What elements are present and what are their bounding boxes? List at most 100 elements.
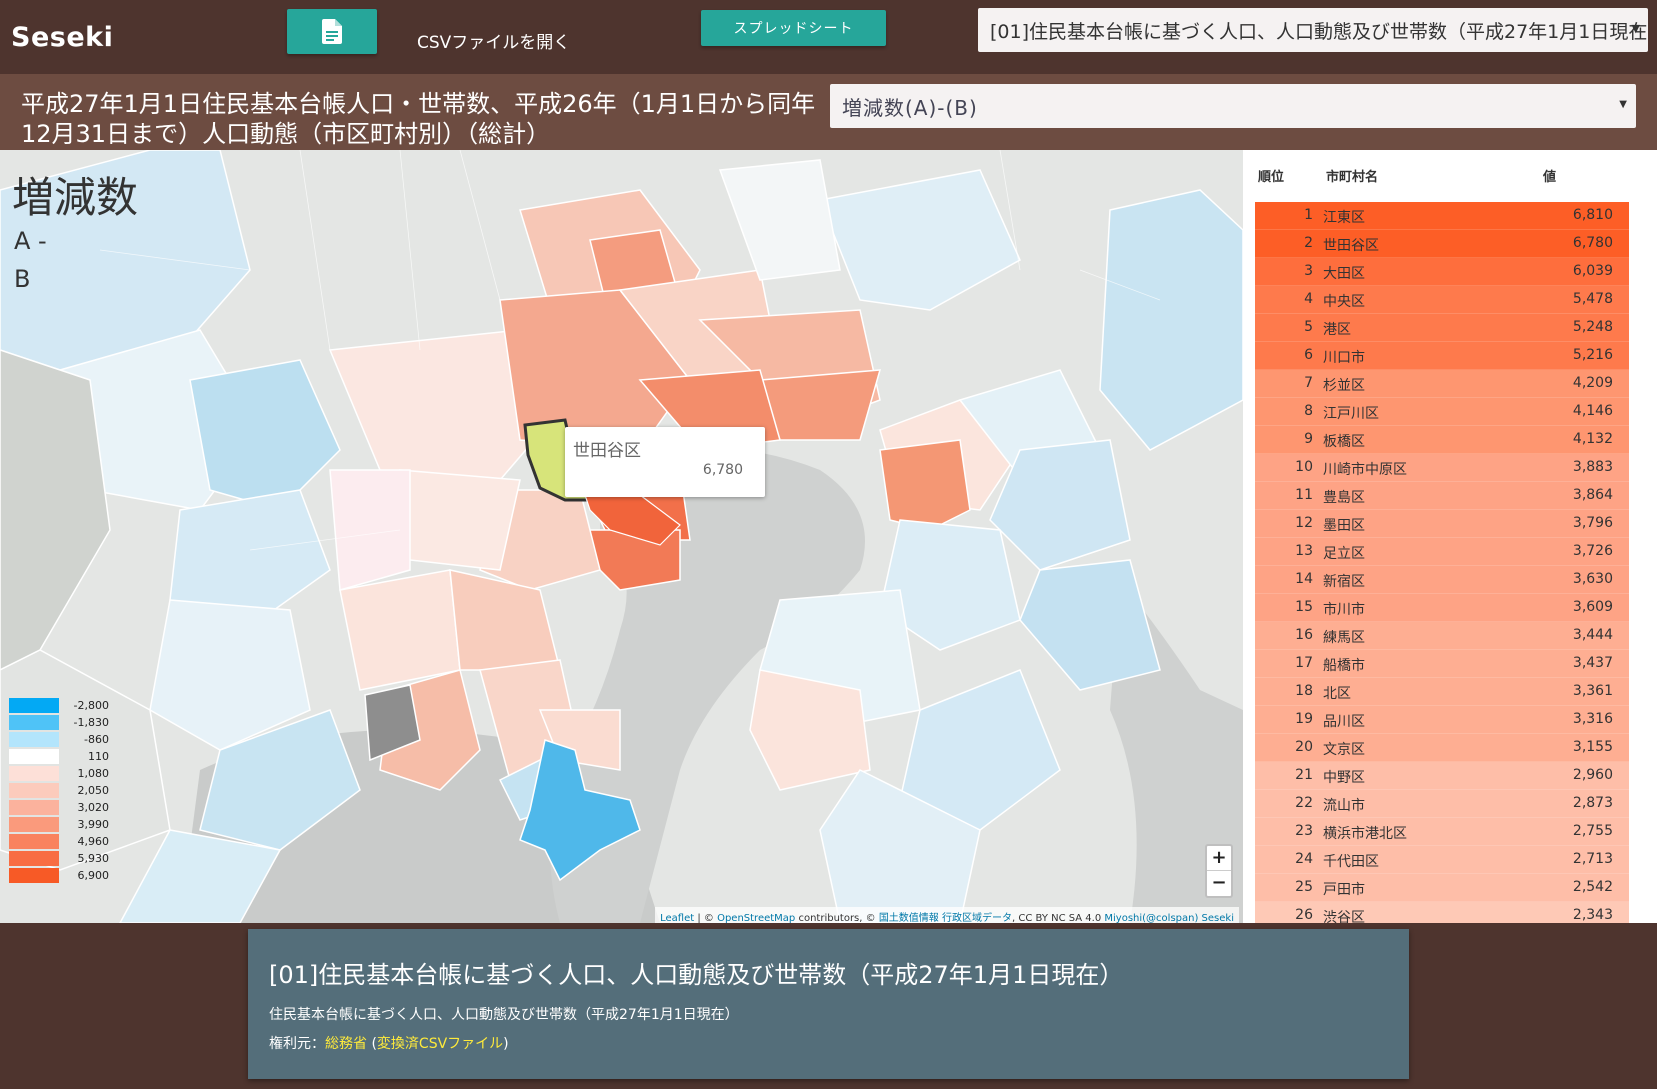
gsi-link[interactable]: 国土数值情報 行政区域データ xyxy=(879,913,1012,923)
value-cell: 2,713 xyxy=(1572,851,1613,867)
legend-swatch xyxy=(9,800,59,815)
rank-cell: 12 xyxy=(1295,515,1313,531)
ranking-row[interactable]: 9 板橋区 4,132 xyxy=(1255,426,1629,454)
choropleth-map[interactable]: 増減数 A - B -2,800 -1,830 -860 110 1,080 2,050 3… xyxy=(0,150,1243,923)
ranking-row[interactable]: 22 流山市 2,873 xyxy=(1255,790,1629,818)
leaflet-link[interactable]: Leaflet xyxy=(660,913,694,923)
ranking-row[interactable]: 21 中野区 2,960 xyxy=(1255,762,1629,790)
name-cell: 杉並区 xyxy=(1323,378,1365,394)
value-cell: 3,609 xyxy=(1572,599,1613,615)
ranking-row[interactable]: 3 大田区 6,039 xyxy=(1255,258,1629,286)
ranking-row[interactable]: 19 品川区 3,316 xyxy=(1255,706,1629,734)
tooltip-value: 6,780 xyxy=(702,462,743,478)
ranking-row[interactable]: 6 川口市 5,216 xyxy=(1255,342,1629,370)
value-cell: 3,437 xyxy=(1572,655,1613,671)
rank-cell: 20 xyxy=(1295,739,1313,755)
ranking-row[interactable]: 13 足立区 3,726 xyxy=(1255,538,1629,566)
name-cell: 墨田区 xyxy=(1323,518,1365,534)
value-header[interactable]: 値 xyxy=(1543,166,1556,185)
value-cell: 5,478 xyxy=(1572,291,1613,307)
ranking-row[interactable]: 18 北区 3,361 xyxy=(1255,678,1629,706)
ranking-row[interactable]: 26 渋谷区 2,343 xyxy=(1255,902,1629,923)
legend-item: 3,990 xyxy=(9,816,109,833)
name-header[interactable]: 市町村名 xyxy=(1326,166,1378,185)
ranking-header: 順位 市町村名 値 xyxy=(1243,150,1643,202)
legend-swatch xyxy=(9,732,59,747)
rank-cell: 6 xyxy=(1304,347,1313,363)
name-cell: 板橋区 xyxy=(1323,434,1365,450)
column-select[interactable]: 増減数(A)-(B) ▼ xyxy=(830,84,1636,128)
attribution-license: , CC BY NC SA 4.0 xyxy=(1012,913,1105,923)
value-cell: 5,216 xyxy=(1572,347,1613,363)
value-cell: 2,542 xyxy=(1572,879,1613,895)
ranking-row[interactable]: 2 世田谷区 6,780 xyxy=(1255,230,1629,258)
spreadsheet-button[interactable]: スプレッドシート xyxy=(701,10,886,46)
name-cell: 文京区 xyxy=(1323,742,1365,758)
ranking-row[interactable]: 7 杉並区 4,209 xyxy=(1255,370,1629,398)
value-cell: 3,361 xyxy=(1572,683,1613,699)
legend-swatch xyxy=(9,783,59,798)
name-cell: 北区 xyxy=(1323,686,1351,702)
legend-swatch xyxy=(9,834,59,849)
legend-label: 6,900 xyxy=(77,869,110,882)
name-cell: 練馬区 xyxy=(1323,630,1365,646)
legend-label: 4,960 xyxy=(77,835,110,848)
legend-item: 110 xyxy=(9,748,109,765)
ranking-row[interactable]: 5 港区 5,248 xyxy=(1255,314,1629,342)
rank-header[interactable]: 順位 xyxy=(1258,166,1284,185)
name-cell: 港区 xyxy=(1323,322,1351,338)
rank-cell: 11 xyxy=(1295,487,1313,503)
ranking-row[interactable]: 14 新宿区 3,630 xyxy=(1255,566,1629,594)
ranking-row[interactable]: 4 中央区 5,478 xyxy=(1255,286,1629,314)
rank-cell: 18 xyxy=(1295,683,1313,699)
value-cell: 3,796 xyxy=(1572,515,1613,531)
ranking-row[interactable]: 24 千代田区 2,713 xyxy=(1255,846,1629,874)
ranking-row[interactable]: 10 川崎市中原区 3,883 xyxy=(1255,454,1629,482)
legend-item: 6,900 xyxy=(9,867,109,884)
ranking-row[interactable]: 8 江戸川区 4,146 xyxy=(1255,398,1629,426)
zoom-out-button[interactable]: − xyxy=(1207,871,1231,896)
map-heading: 増減数 xyxy=(12,173,139,222)
name-cell: 横浜市港北区 xyxy=(1323,826,1407,842)
open-file-button[interactable] xyxy=(287,9,377,54)
ranking-panel: 順位 市町村名 値 1 江東区 6,810 2 世田谷区 6,780 3 大田区 6,039 4 中… xyxy=(1243,150,1657,923)
legend-label: -2,800 xyxy=(73,699,109,712)
ranking-row[interactable]: 11 豊島区 3,864 xyxy=(1255,482,1629,510)
name-cell: 千代田区 xyxy=(1323,854,1379,870)
info-credit: 権利元：総務省 (変換済CSVファイル) xyxy=(269,1033,509,1053)
value-cell: 6,780 xyxy=(1572,235,1613,251)
rank-cell: 21 xyxy=(1295,767,1313,783)
rank-cell: 7 xyxy=(1304,375,1313,391)
dataset-select[interactable]: [01]住民基本台帳に基づく人口、人口動態及び世帯数（平成27年1月1日現在） … xyxy=(978,8,1648,52)
ranking-row[interactable]: 25 戸田市 2,542 xyxy=(1255,874,1629,902)
ranking-row[interactable]: 20 文京区 3,155 xyxy=(1255,734,1629,762)
credit-owner-link[interactable]: 総務省 xyxy=(325,1036,367,1052)
map-canvas[interactable] xyxy=(0,150,1243,923)
ranking-row[interactable]: 17 船橋市 3,437 xyxy=(1255,650,1629,678)
value-cell: 3,864 xyxy=(1572,487,1613,503)
name-cell: 江戸川区 xyxy=(1323,406,1379,422)
name-cell: 品川区 xyxy=(1323,714,1365,730)
ranking-row[interactable]: 23 横浜市港北区 2,755 xyxy=(1255,818,1629,846)
app-logo[interactable]: Seseki xyxy=(11,22,113,53)
ranking-row[interactable]: 16 練馬区 3,444 xyxy=(1255,622,1629,650)
value-cell: 4,209 xyxy=(1572,375,1613,391)
value-cell: 6,039 xyxy=(1572,263,1613,279)
name-cell: 新宿区 xyxy=(1323,574,1365,590)
ranking-row[interactable]: 15 市川市 3,609 xyxy=(1255,594,1629,622)
converted-csv-link[interactable]: 変換済CSVファイル xyxy=(377,1036,503,1052)
legend-item: -860 xyxy=(9,731,109,748)
column-select-value: 増減数(A)-(B) xyxy=(842,96,978,120)
author-link[interactable]: Miyoshi(@colspan) Seseki xyxy=(1104,913,1234,923)
ranking-row[interactable]: 12 墨田区 3,796 xyxy=(1255,510,1629,538)
ranking-row[interactable]: 1 江東区 6,810 xyxy=(1255,202,1629,230)
legend-label: 3,990 xyxy=(77,818,110,831)
name-cell: 世田谷区 xyxy=(1323,238,1379,254)
legend-swatch xyxy=(9,766,59,781)
osm-link[interactable]: OpenStreetMap xyxy=(717,913,795,923)
map-attribution: Leaflet | © OpenStreetMap contributors, … xyxy=(655,907,1239,923)
zoom-in-button[interactable]: + xyxy=(1207,846,1231,871)
value-cell: 3,155 xyxy=(1572,739,1613,755)
legend-item: -1,830 xyxy=(9,714,109,731)
open-csv-label[interactable]: CSVファイルを開く xyxy=(417,28,570,53)
